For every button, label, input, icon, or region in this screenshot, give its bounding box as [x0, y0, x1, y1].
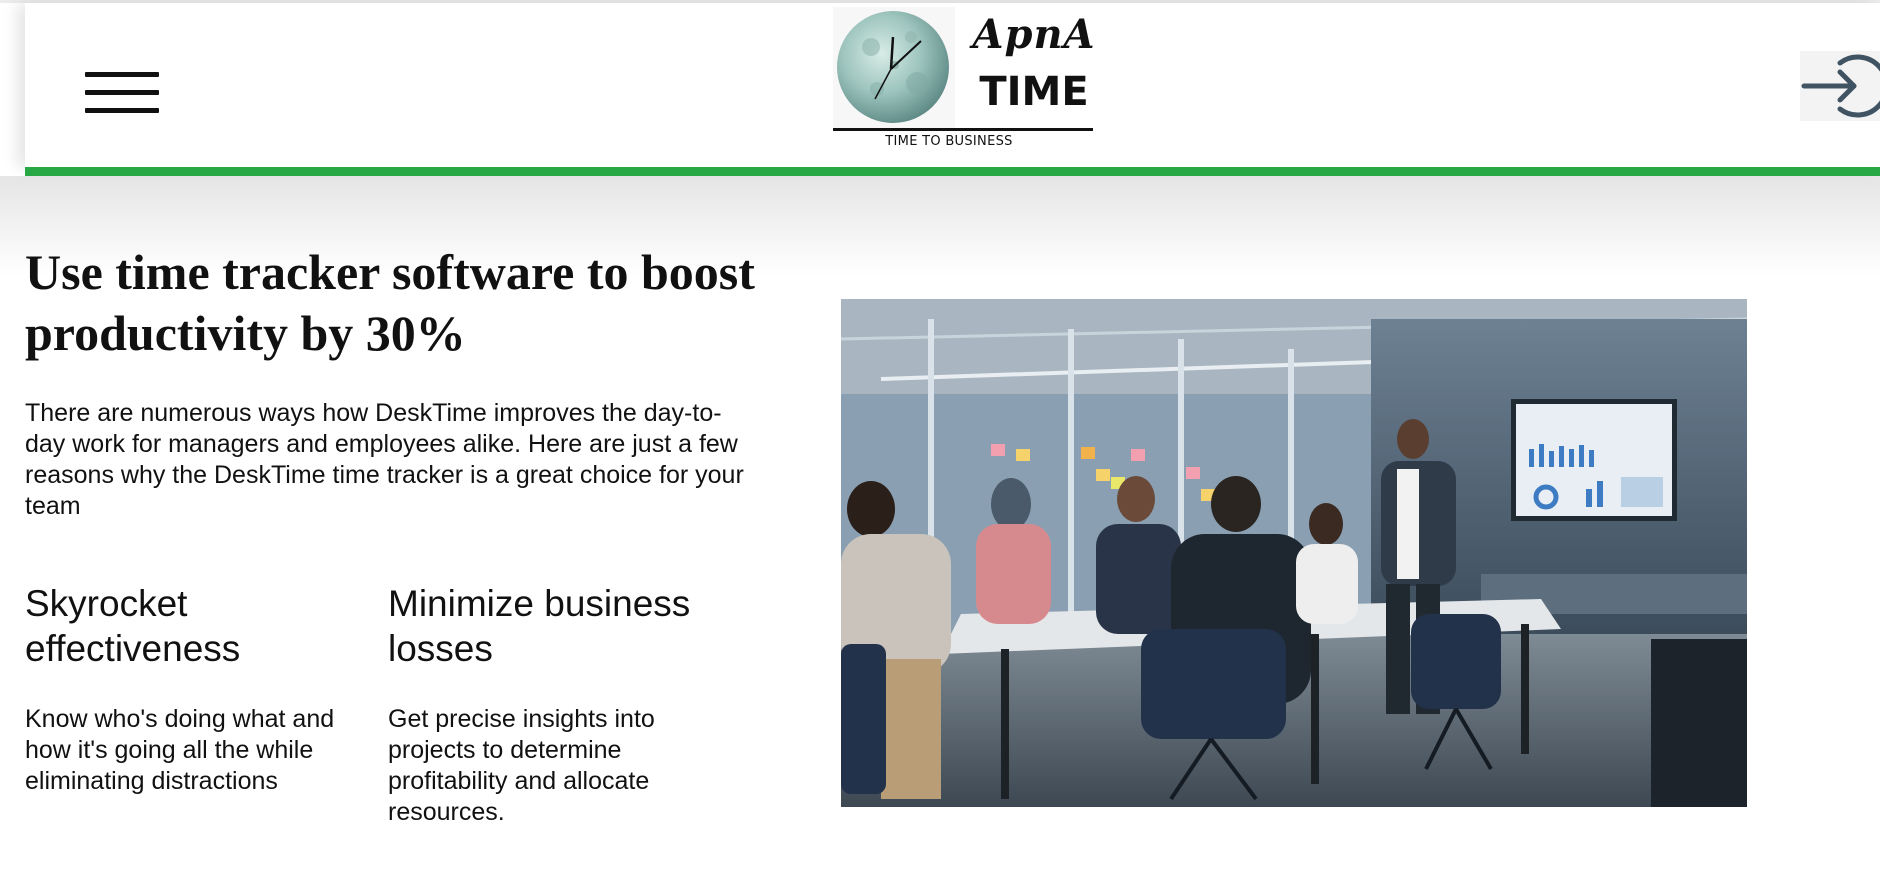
feature-text-losses: Get precise insights into projects to de… — [388, 705, 655, 826]
sign-in-arrow-icon — [1801, 54, 1880, 118]
hamburger-menu-icon[interactable] — [85, 68, 159, 116]
intro-paragraph: There are numerous ways how DeskTime imp… — [25, 399, 744, 520]
page: ApnA TIME TIME TO BUSINESS Use time trac… — [0, 0, 1880, 888]
logo-script-text: ApnA — [972, 11, 1096, 58]
header-accent-bar — [25, 167, 1880, 176]
moon-clock-icon — [833, 7, 955, 129]
site-logo[interactable]: ApnA TIME TIME TO BUSINESS — [827, 5, 1115, 151]
feature-title-losses: Minimize business losses — [388, 583, 691, 669]
login-button[interactable] — [1800, 51, 1880, 121]
page-title: Use time tracker software to boost produ… — [25, 244, 755, 361]
logo-word-text: TIME — [979, 69, 1089, 115]
office-meeting-photo — [841, 299, 1747, 807]
feature-text-effectiveness: Know who's doing what and how it's going… — [25, 705, 335, 795]
logo-tagline: TIME TO BUSINESS — [885, 134, 1013, 149]
logo-divider — [833, 128, 1093, 131]
site-header: ApnA TIME TIME TO BUSINESS — [25, 3, 1880, 167]
feature-title-effectiveness: Skyrocket effectiveness — [25, 583, 241, 669]
